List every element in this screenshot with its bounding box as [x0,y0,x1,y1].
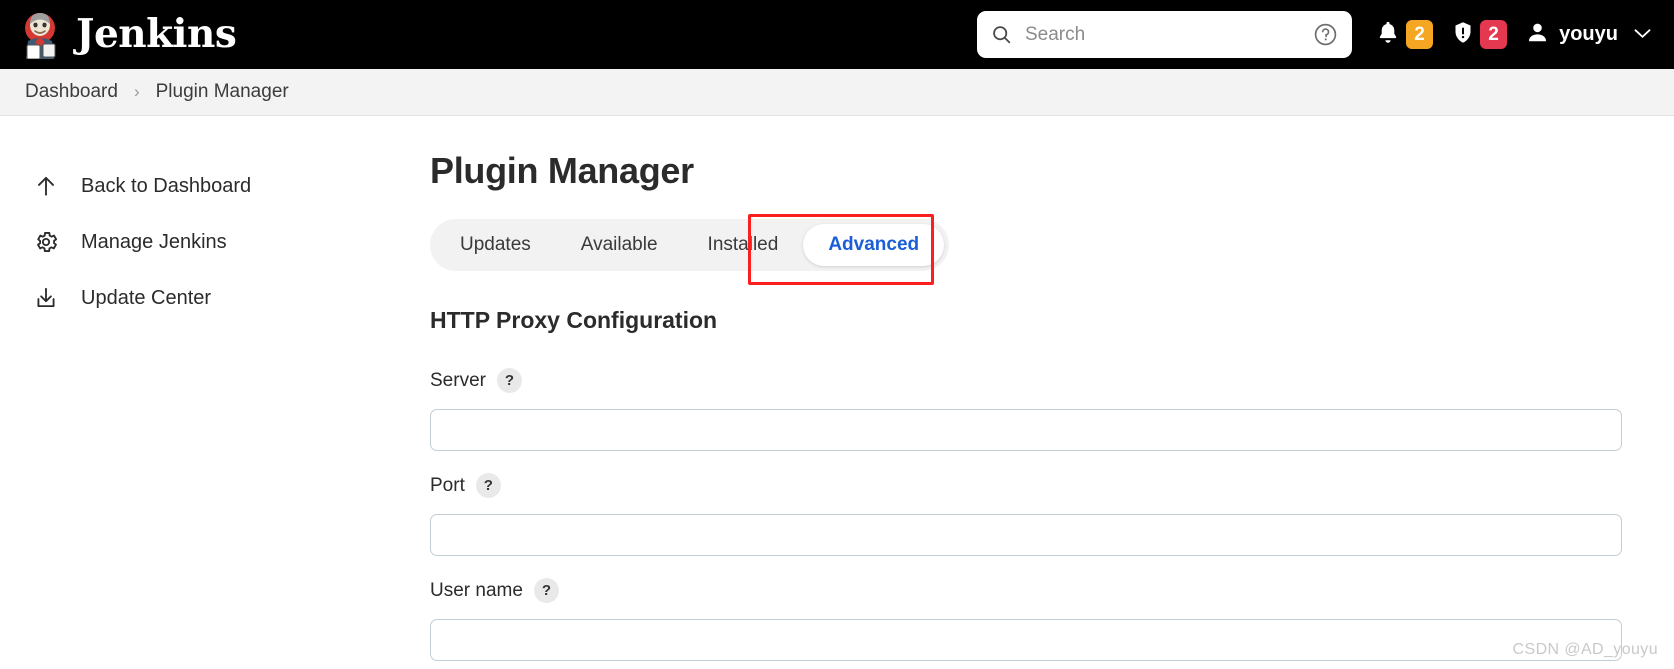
download-icon [33,285,59,311]
user-menu-button[interactable]: youyu [1516,0,1660,69]
breadcrumb: Dashboard › Plugin Manager [0,69,1674,116]
bell-icon [1375,19,1401,51]
help-icon-server[interactable]: ? [496,368,522,393]
field-server-label: Server [430,369,486,391]
field-port: Port ? [430,473,1654,556]
field-server-label-row: Server ? [430,368,1654,393]
page-body: Back to Dashboard Manage Jenkins Update … [0,116,1674,669]
person-icon [1525,20,1550,50]
sidebar-label-update-center: Update Center [81,286,212,309]
tab-updates[interactable]: Updates [435,224,556,266]
breadcrumb-item-dashboard[interactable]: Dashboard [17,81,126,103]
breadcrumb-item-plugin-manager[interactable]: Plugin Manager [148,81,297,103]
user-name-label: youyu [1559,23,1618,45]
watermark: CSDN @AD_youyu [1512,641,1658,658]
field-user-name-label: User name [430,579,523,601]
chevron-down-icon [1634,26,1651,44]
sidebar-item-update-center[interactable]: Update Center [0,270,430,326]
sidebar-item-manage-jenkins[interactable]: Manage Jenkins [0,214,430,270]
tabs-row: Updates Available Installed Advanced [430,214,1654,285]
shield-exclamation-icon [1451,19,1475,51]
security-button[interactable]: 2 [1442,0,1516,69]
tab-available[interactable]: Available [556,224,683,266]
tab-installed[interactable]: Installed [683,224,804,266]
breadcrumb-separator: › [133,82,140,101]
jenkins-brand-link[interactable]: Jenkins [18,11,237,59]
sidebar: Back to Dashboard Manage Jenkins Update … [0,116,430,669]
global-search[interactable] [977,11,1352,58]
user-name-input[interactable] [430,619,1622,661]
help-icon-user-name[interactable]: ? [533,578,559,603]
port-input[interactable] [430,514,1622,556]
notifications-button[interactable]: 2 [1366,0,1442,69]
security-badge: 2 [1480,20,1508,49]
notifications-badge: 2 [1406,20,1434,49]
tab-advanced[interactable]: Advanced [803,224,945,266]
field-server: Server ? [430,368,1654,451]
field-user-name: User name ? [430,578,1654,661]
jenkins-butler-logo-icon [18,11,62,59]
header-actions: 2 2 youyu [1366,0,1660,69]
question-circle-icon[interactable] [1313,22,1338,47]
page-title: Plugin Manager [430,150,694,191]
field-port-label: Port [430,474,465,496]
brand-title: Jenkins [76,11,237,57]
jenkins-plugin-manager-page: Jenkins Search 2 2 youyu Dashboard › Plu… [0,0,1674,669]
arrow-up-icon [33,173,59,199]
main-content: Plugin Manager Updates Available Install… [430,116,1674,669]
server-input[interactable] [430,409,1622,451]
plugin-manager-tabs: Updates Available Installed Advanced [430,219,950,271]
app-header: Jenkins Search 2 2 youyu [0,0,1674,69]
field-port-label-row: Port ? [430,473,1654,498]
sidebar-label-manage-jenkins: Manage Jenkins [81,230,227,253]
search-input[interactable] [1025,23,1313,46]
gear-icon [33,229,59,255]
sidebar-item-back-to-dashboard[interactable]: Back to Dashboard [0,158,430,214]
help-icon-port[interactable]: ? [475,473,501,498]
search-icon [991,24,1012,45]
sidebar-label-back-to-dashboard: Back to Dashboard [81,174,252,197]
field-user-name-label-row: User name ? [430,578,1654,603]
http-proxy-section-title: HTTP Proxy Configuration [430,307,718,333]
